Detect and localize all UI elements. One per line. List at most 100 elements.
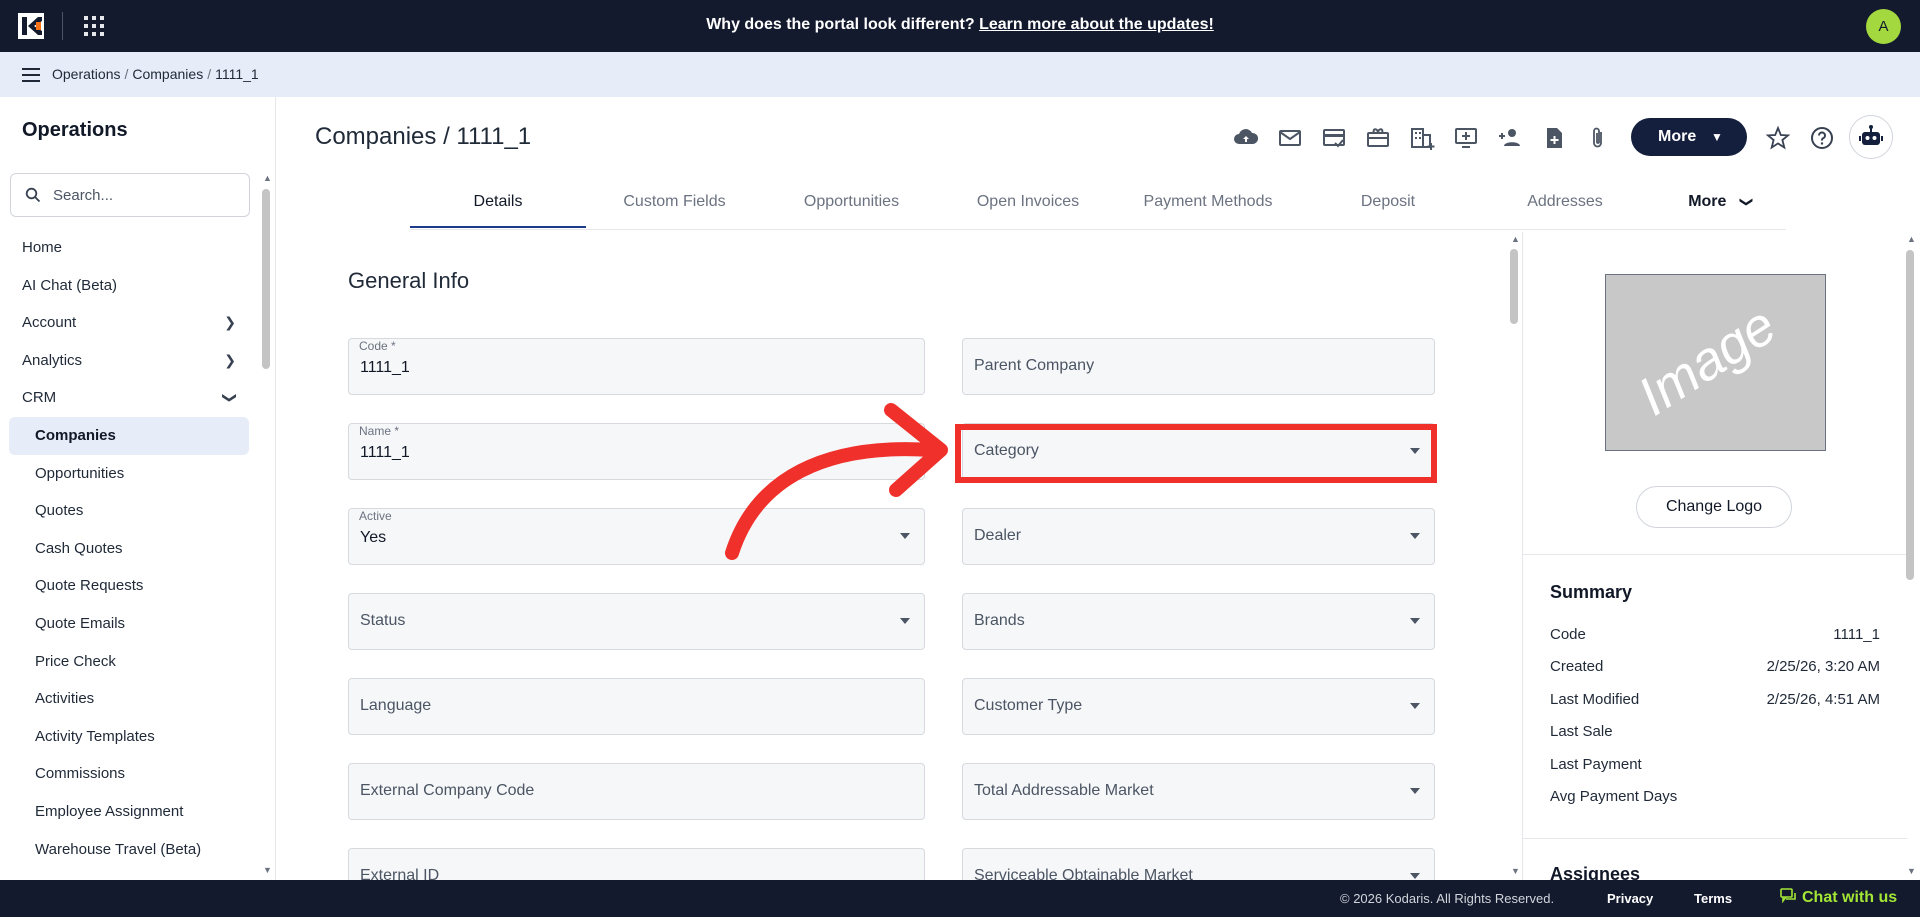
scroll-up-arrow[interactable]: ▲	[1907, 234, 1916, 244]
sidebar-item-quote-requests[interactable]: Quote Requests	[0, 567, 258, 605]
sidebar-item-cash-quotes[interactable]: Cash Quotes	[0, 530, 258, 568]
sidebar-item-opportunities[interactable]: Opportunities	[0, 455, 258, 493]
scroll-down-arrow[interactable]: ▼	[1907, 866, 1916, 876]
tab-addresses[interactable]: Addresses	[1476, 182, 1654, 230]
brands-select[interactable]: Brands	[962, 593, 1435, 650]
serviceable-obtainable-market-select[interactable]: Serviceable Obtainable Market	[962, 848, 1435, 880]
more-actions-button[interactable]: More ▼	[1631, 118, 1747, 156]
sidebar-item-crm[interactable]: CRM ❯	[0, 379, 258, 417]
image-placeholder-text: Image	[1627, 294, 1787, 428]
sidebar-item-ai-chat[interactable]: AI Chat (Beta)	[0, 267, 258, 305]
help-icon[interactable]	[1809, 125, 1835, 151]
panel-scrollbar[interactable]	[1906, 250, 1914, 580]
tab-open-invoices[interactable]: Open Invoices	[940, 182, 1116, 230]
summary-row-code: Code 1111_1	[1550, 626, 1880, 643]
star-icon[interactable]	[1765, 125, 1791, 151]
person-add-icon[interactable]	[1496, 124, 1524, 152]
chevron-down-icon: ❯	[222, 392, 239, 405]
sidebar-nav: Home AI Chat (Beta) Account ❯ Analytics ❯ …	[0, 229, 258, 868]
sidebar-item-warehouse-travel[interactable]: Warehouse Travel (Beta)	[0, 831, 258, 869]
name-label: Name *	[359, 424, 400, 438]
sidebar-item-analytics[interactable]: Analytics ❯	[0, 342, 258, 380]
sidebar-search-input[interactable]: Search...	[10, 173, 250, 217]
chevron-right-icon: ❯	[224, 314, 236, 331]
sidebar-scrollbar[interactable]	[262, 189, 270, 369]
footer: © 2026 Kodaris. All Rights Reserved. Pri…	[0, 880, 1920, 917]
sidebar-item-price-check[interactable]: Price Check	[0, 643, 258, 681]
breadcrumb-companies[interactable]: Companies	[132, 66, 203, 82]
robot-icon	[1859, 125, 1883, 145]
building-add-icon[interactable]	[1408, 124, 1436, 152]
sidebar-item-activities[interactable]: Activities	[0, 680, 258, 718]
external-id-field[interactable]: External ID	[348, 848, 925, 880]
sidebar-title: Operations	[22, 119, 128, 141]
total-addressable-market-select[interactable]: Total Addressable Market	[962, 763, 1435, 820]
sidebar-item-employee-assignment[interactable]: Employee Assignment	[0, 793, 258, 831]
code-field[interactable]: Code * 1111_1	[348, 338, 925, 395]
cloud-upload-icon[interactable]	[1232, 124, 1260, 152]
breadcrumb-operations[interactable]: Operations	[52, 66, 120, 82]
scroll-up-arrow[interactable]: ▲	[1511, 234, 1520, 244]
chevron-down-icon: ❯	[1739, 196, 1755, 208]
tab-payment-methods[interactable]: Payment Methods	[1116, 182, 1300, 230]
gift-card-icon[interactable]	[1364, 124, 1392, 152]
scroll-down-arrow[interactable]: ▼	[263, 865, 272, 875]
sidebar-item-quote-emails[interactable]: Quote Emails	[0, 605, 258, 643]
tab-custom-fields[interactable]: Custom Fields	[586, 182, 763, 230]
top-bar: Why does the portal look different? Lear…	[0, 0, 1920, 52]
dropdown-arrow-icon	[1410, 618, 1420, 624]
total-addressable-market-placeholder: Total Addressable Market	[974, 782, 1154, 799]
terms-link[interactable]: Terms	[1694, 891, 1732, 906]
tab-deposit[interactable]: Deposit	[1300, 182, 1476, 230]
scroll-down-arrow[interactable]: ▼	[1511, 866, 1520, 876]
tab-details[interactable]: Details	[410, 182, 586, 230]
change-logo-button[interactable]: Change Logo	[1636, 486, 1792, 528]
ai-assistant-button[interactable]	[1849, 115, 1893, 159]
chat-with-us-button[interactable]: Chat with us	[1780, 888, 1897, 907]
more-button-label: More	[1658, 128, 1697, 145]
attachment-icon[interactable]	[1584, 124, 1612, 152]
language-field[interactable]: Language	[348, 678, 925, 735]
tab-more[interactable]: More ❯	[1654, 182, 1786, 230]
file-add-icon[interactable]	[1540, 124, 1568, 152]
customer-type-select[interactable]: Customer Type	[962, 678, 1435, 735]
sidebar-item-account[interactable]: Account ❯	[0, 304, 258, 342]
sidebar-item-label: CRM	[22, 389, 57, 407]
status-select[interactable]: Status	[348, 593, 925, 650]
name-value: 1111_1	[360, 444, 410, 461]
tab-label: Addresses	[1527, 193, 1603, 210]
company-summary-panel: Image Change Logo Summary Code 1111_1 Cre…	[1522, 232, 1907, 880]
tab-label: Custom Fields	[623, 193, 726, 210]
dropdown-arrow-icon	[1410, 873, 1420, 879]
announcement-link[interactable]: Learn more about the updates!	[979, 16, 1214, 33]
card-check-icon[interactable]	[1320, 124, 1348, 152]
menu-toggle-icon[interactable]	[22, 68, 40, 82]
sidebar-item-activity-templates[interactable]: Activity Templates	[0, 718, 258, 756]
external-company-code-field[interactable]: External Company Code	[348, 763, 925, 820]
summary-title: Summary	[1550, 582, 1633, 602]
dealer-select[interactable]: Dealer	[962, 508, 1435, 565]
summary-label: Avg Payment Days	[1550, 788, 1678, 805]
summary-label: Created	[1550, 658, 1604, 675]
tab-label: Opportunities	[803, 193, 900, 210]
privacy-link[interactable]: Privacy	[1607, 891, 1653, 906]
sidebar-item-label: Cash Quotes	[35, 539, 123, 557]
sidebar-item-home[interactable]: Home	[0, 229, 258, 267]
external-company-code-placeholder: External Company Code	[360, 782, 535, 799]
sidebar-item-commissions[interactable]: Commissions	[0, 755, 258, 793]
parent-company-field[interactable]: Parent Company	[962, 338, 1435, 395]
mail-icon[interactable]	[1276, 124, 1304, 152]
sidebar-item-label: Opportunities	[35, 464, 125, 482]
status-placeholder: Status	[360, 612, 406, 629]
sidebar-item-quotes[interactable]: Quotes	[0, 492, 258, 530]
tab-label: Deposit	[1360, 193, 1416, 210]
sidebar-item-companies[interactable]: Companies	[9, 416, 249, 455]
summary-row-created: Created 2/25/26, 3:20 AM	[1550, 658, 1880, 675]
user-avatar[interactable]: A	[1866, 9, 1901, 44]
company-logo-placeholder: Image	[1605, 274, 1826, 451]
tab-opportunities[interactable]: Opportunities	[763, 182, 940, 230]
copyright-text: © 2026 Kodaris. All Rights Reserved.	[1340, 891, 1555, 906]
content-scrollbar[interactable]	[1510, 249, 1518, 324]
screen-add-icon[interactable]	[1452, 124, 1480, 152]
scroll-up-arrow[interactable]: ▲	[263, 173, 272, 183]
